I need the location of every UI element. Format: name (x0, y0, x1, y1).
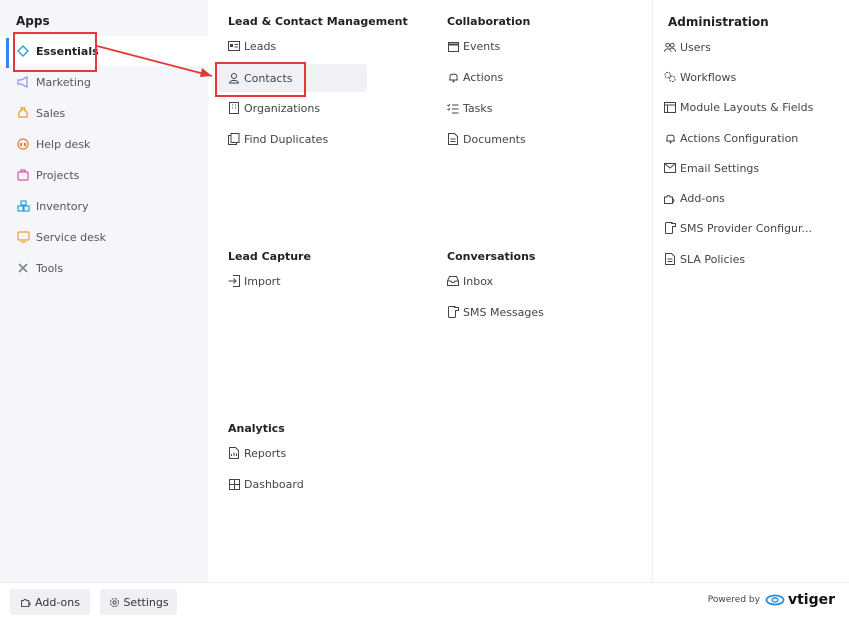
annotation-arrow (96, 45, 213, 77)
